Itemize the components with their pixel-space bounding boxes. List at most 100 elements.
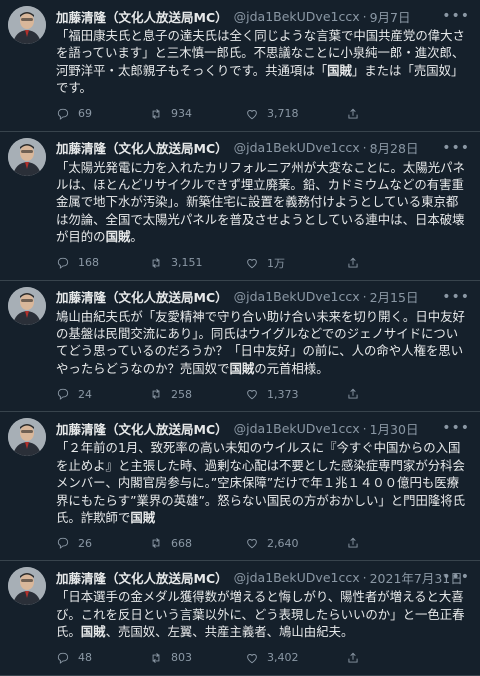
tweet-date[interactable]: 1月30日 [370, 419, 419, 438]
text-segment: 、売国奴、左翼、共産主義者、鳩山由紀夫。 [105, 624, 354, 640]
avatar-image [8, 286, 46, 325]
author-name[interactable]: 加藤清隆（文化人放送局MC） [56, 7, 228, 26]
retweet-count: 3,151 [171, 256, 203, 270]
avatar-image [8, 418, 46, 457]
share-icon [348, 388, 358, 399]
bold-text-segment: 国賊 [80, 624, 106, 640]
like-button[interactable]: 1万 [245, 255, 346, 271]
tweet-header: 加藤清隆（文化人放送局MC） @jda1BekUDve1ccx · 9月7日 [56, 6, 470, 26]
tweet-text: 「日本選手の金メダル獲得数が増えると悔しがり、陽性者が増えると大喜び。これを反日… [56, 588, 470, 640]
tweet-text: 「福田康夫氏と息子の達夫氏は全く同じような言葉で中国共産党の偉大さを語っています… [56, 27, 470, 97]
reply-button[interactable]: 168 [56, 256, 149, 270]
heart-icon [247, 258, 257, 268]
like-button[interactable]: 3,402 [245, 651, 346, 665]
heart-icon [247, 539, 257, 549]
retweet-icon [152, 652, 160, 663]
like-count: 1万 [267, 256, 285, 270]
reply-count: 24 [78, 387, 92, 401]
tweet-header: 加藤清隆（文化人放送局MC） @jda1BekUDve1ccx · 2月15日 [56, 287, 470, 307]
tweet[interactable]: 加藤清隆（文化人放送局MC） @jda1BekUDve1ccx · 8月28日 … [0, 132, 480, 281]
like-button[interactable]: 2,640 [245, 536, 346, 550]
avatar-image [8, 137, 46, 176]
more-dots-icon[interactable]: ••• [442, 569, 470, 585]
share-button[interactable] [346, 651, 366, 665]
like-button[interactable]: 1,373 [245, 387, 346, 401]
share-button[interactable] [346, 536, 366, 550]
author-handle[interactable]: @jda1BekUDve1ccx [234, 140, 360, 155]
tweet-actions: 69 934 3,718 [56, 97, 470, 131]
retweet-icon [152, 538, 160, 549]
reply-button[interactable]: 48 [56, 651, 149, 665]
reply-button[interactable]: 69 [56, 107, 149, 121]
tweet-header: 加藤清隆（文化人放送局MC） @jda1BekUDve1ccx · 2021年7… [56, 567, 470, 587]
like-count: 3,718 [267, 107, 299, 121]
bold-text-segment: 国賊 [229, 360, 255, 376]
separator-dot: · [362, 140, 367, 156]
retweet-icon [152, 108, 160, 119]
avatar[interactable] [8, 286, 46, 325]
more-dots-icon[interactable]: ••• [442, 8, 470, 24]
reply-icon [57, 257, 69, 269]
separator-dot: · [362, 420, 367, 436]
bold-text-segment: 国賊 [130, 509, 156, 525]
retweet-count: 668 [171, 536, 192, 550]
avatar[interactable] [8, 6, 46, 44]
author-name[interactable]: 加藤清隆（文化人放送局MC） [56, 419, 228, 438]
author-handle[interactable]: @jda1BekUDve1ccx [234, 421, 360, 436]
share-button[interactable] [346, 107, 366, 121]
tweet-text: 鳩山由紀夫氏が「友愛精神で守り合い助け合い未来を切り開く。日中友好の基盤は民間交… [56, 308, 470, 378]
author-handle[interactable]: @jda1BekUDve1ccx [234, 289, 360, 304]
author-name[interactable]: 加藤清隆（文化人放送局MC） [56, 568, 228, 587]
retweet-button[interactable]: 668 [149, 536, 245, 550]
heart-icon [247, 653, 257, 663]
tweet-actions: 24 258 1,373 [56, 377, 470, 411]
avatar-image [8, 6, 46, 44]
more-dots-icon[interactable]: ••• [442, 140, 470, 156]
reply-button[interactable]: 26 [56, 536, 149, 550]
author-handle[interactable]: @jda1BekUDve1ccx [234, 9, 360, 24]
like-count: 2,640 [267, 536, 299, 550]
tweet-actions: 26 668 2,640 [56, 526, 470, 560]
reply-count: 69 [78, 107, 92, 121]
avatar[interactable] [8, 567, 46, 606]
avatar[interactable] [8, 137, 46, 176]
author-name[interactable]: 加藤清隆（文化人放送局MC） [56, 287, 228, 306]
text-segment: 。 [130, 229, 143, 245]
retweet-count: 803 [171, 651, 192, 665]
retweet-count: 258 [171, 387, 192, 401]
heart-icon [247, 390, 257, 400]
share-button[interactable] [346, 387, 366, 401]
reply-icon [57, 389, 69, 401]
retweet-button[interactable]: 803 [149, 651, 245, 665]
retweet-button[interactable]: 3,151 [149, 256, 245, 270]
retweet-icon [152, 389, 160, 400]
more-dots-icon[interactable]: ••• [442, 420, 470, 436]
like-button[interactable]: 3,718 [245, 107, 346, 121]
avatar[interactable] [8, 418, 46, 457]
tweet-date[interactable]: 8月28日 [370, 138, 419, 157]
tweet-header: 加藤清隆（文化人放送局MC） @jda1BekUDve1ccx · 8月28日 [56, 138, 470, 158]
reply-count: 48 [78, 651, 92, 665]
heart-icon [247, 109, 257, 119]
tweet-date[interactable]: 2月15日 [370, 287, 419, 306]
like-count: 1,373 [267, 387, 299, 401]
reply-count: 168 [78, 256, 99, 270]
more-dots-icon[interactable]: ••• [442, 289, 470, 305]
reply-icon [57, 538, 69, 550]
tweet[interactable]: 加藤清隆（文化人放送局MC） @jda1BekUDve1ccx · 2月15日 … [0, 281, 480, 413]
author-name[interactable]: 加藤清隆（文化人放送局MC） [56, 138, 228, 157]
tweet[interactable]: 加藤清隆（文化人放送局MC） @jda1BekUDve1ccx · 1月30日 … [0, 412, 480, 562]
retweet-button[interactable]: 934 [149, 107, 245, 121]
tweet-text: 「太陽光発電に力を入れたカリフォルニア州が大変なことに。太陽光パネルは、ほとんど… [56, 159, 470, 246]
text-segment: の元首相様。 [254, 360, 329, 376]
tweet[interactable]: 加藤清隆（文化人放送局MC） @jda1BekUDve1ccx · 2021年7… [0, 561, 480, 676]
separator-dot: · [362, 569, 367, 585]
retweet-button[interactable]: 258 [149, 387, 245, 401]
tweet-date[interactable]: 9月7日 [370, 7, 411, 26]
share-button[interactable] [346, 256, 366, 270]
separator-dot: · [362, 289, 367, 305]
author-handle[interactable]: @jda1BekUDve1ccx [234, 570, 360, 585]
reply-icon [57, 108, 69, 120]
reply-button[interactable]: 24 [56, 387, 149, 401]
tweet[interactable]: 加藤清隆（文化人放送局MC） @jda1BekUDve1ccx · 9月7日 •… [0, 0, 480, 132]
